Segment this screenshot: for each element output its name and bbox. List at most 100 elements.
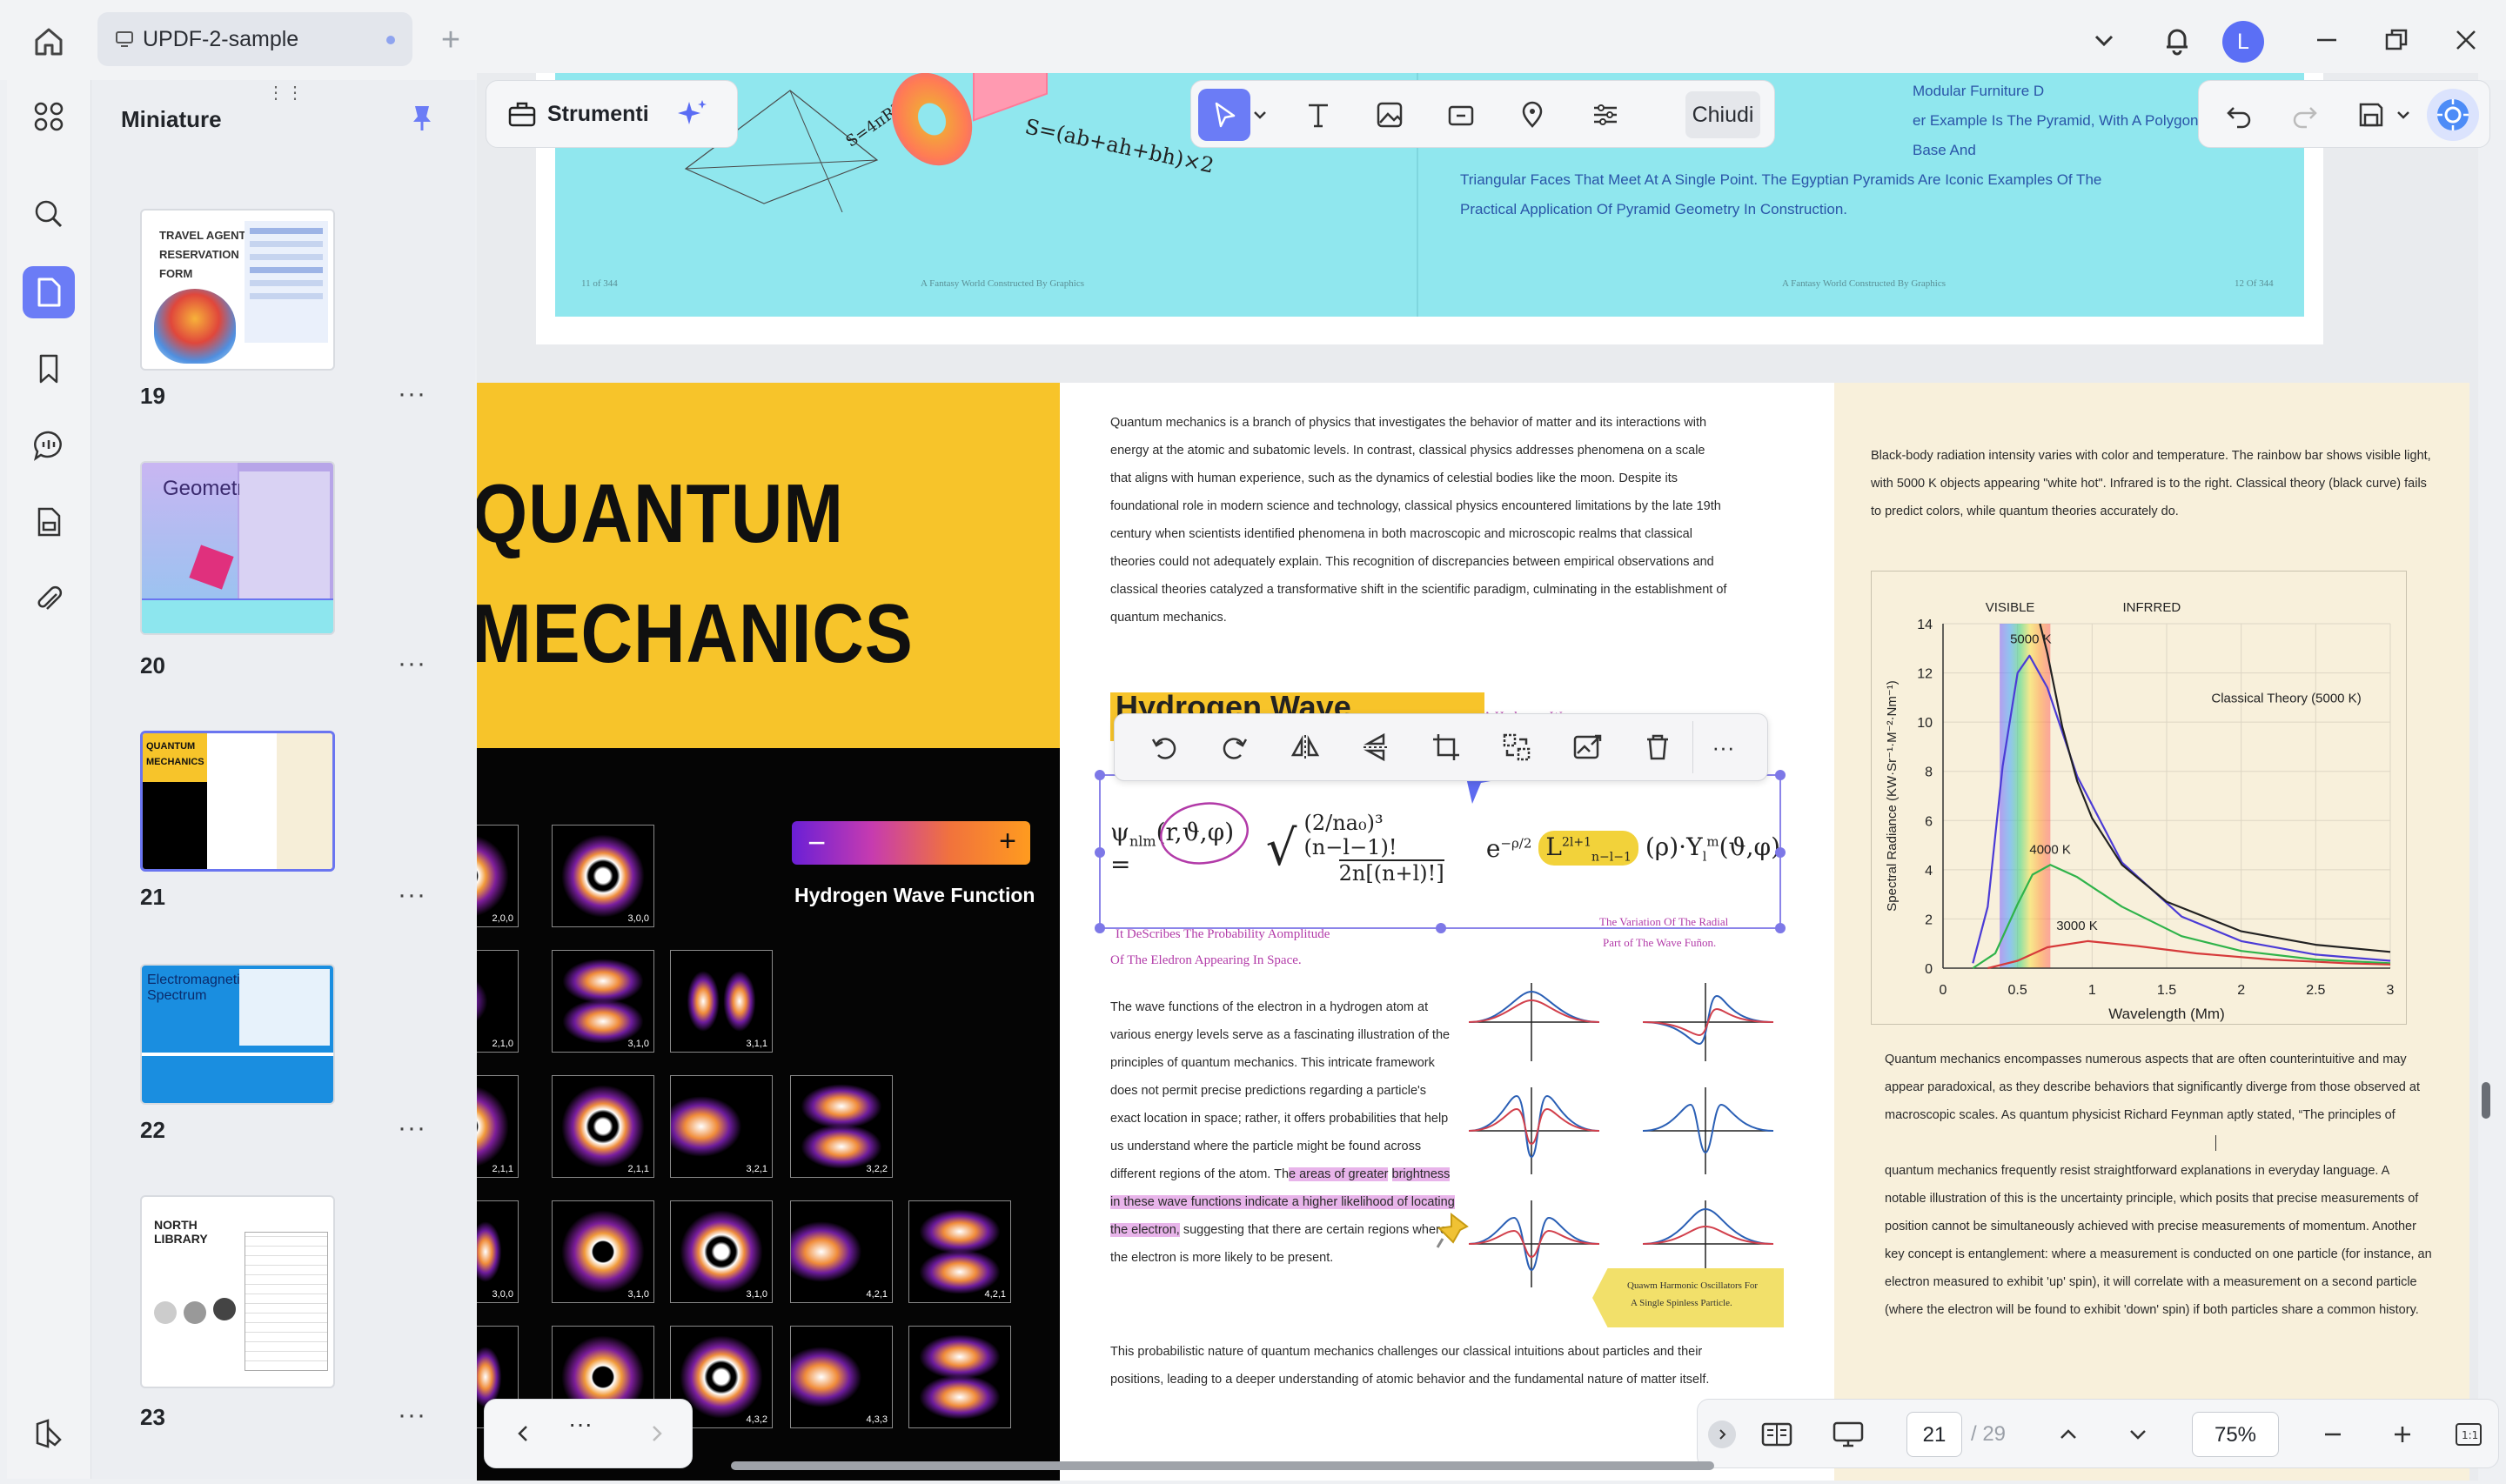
ai-sparkle-icon[interactable] bbox=[675, 97, 710, 131]
rail-attachments-button[interactable] bbox=[23, 572, 75, 625]
resize-handle[interactable] bbox=[1095, 770, 1105, 780]
selected-image-frame[interactable] bbox=[1095, 770, 1786, 933]
close-button[interactable] bbox=[2442, 16, 2490, 64]
curve-label: 4000 K bbox=[2029, 842, 2071, 857]
form-icon bbox=[37, 507, 61, 537]
wave-function-slider[interactable]: − + bbox=[792, 821, 1030, 865]
resize-handle[interactable] bbox=[1775, 923, 1786, 933]
zoom-in-button[interactable] bbox=[2383, 1415, 2422, 1454]
restore-button[interactable] bbox=[2372, 16, 2421, 64]
undo-button[interactable] bbox=[2213, 89, 2265, 141]
image-tool-button[interactable] bbox=[1364, 89, 1416, 141]
chevron-down-icon bbox=[2094, 35, 2114, 47]
ai-assistant-button[interactable] bbox=[2427, 89, 2479, 141]
replace-image-button[interactable] bbox=[1481, 721, 1551, 773]
location-tool-button[interactable] bbox=[1506, 89, 1558, 141]
rail-thumbnails-button[interactable] bbox=[23, 266, 75, 318]
user-avatar[interactable]: L bbox=[2222, 21, 2264, 63]
rail-layers-button[interactable] bbox=[23, 1407, 75, 1460]
thumbnail-page-19[interactable]: TRAVEL AGENT RESERVATION FORM bbox=[140, 209, 335, 371]
rail-organize-button[interactable] bbox=[23, 90, 75, 143]
thumbnail-more-button[interactable]: ··· bbox=[398, 880, 426, 910]
rail-search-button[interactable] bbox=[23, 188, 75, 240]
delete-image-button[interactable] bbox=[1622, 721, 1692, 773]
rotate-left-button[interactable] bbox=[1129, 721, 1199, 773]
thumbnail-more-button[interactable]: ··· bbox=[398, 1400, 426, 1430]
notifications-button[interactable] bbox=[2153, 16, 2201, 64]
resize-handle[interactable] bbox=[1095, 847, 1105, 858]
link-tool-button[interactable] bbox=[1435, 89, 1487, 141]
minimize-button[interactable] bbox=[2302, 16, 2351, 64]
close-edit-button[interactable]: Chiudi bbox=[1685, 91, 1760, 138]
flip-horizontal-button[interactable] bbox=[1270, 721, 1340, 773]
thumbnail-more-button[interactable]: ··· bbox=[398, 649, 426, 678]
flip-vertical-button[interactable] bbox=[1340, 721, 1410, 773]
right-paragraph: Quantum mechanics encompasses numerous a… bbox=[1885, 1046, 2433, 1324]
panel-resize-handle[interactable]: ⋮⋮ bbox=[267, 82, 305, 104]
properties-button[interactable] bbox=[1579, 89, 1632, 141]
document-tab[interactable]: UPDF-2-sample bbox=[97, 12, 412, 66]
thumbnail-more-button[interactable]: ··· bbox=[398, 1113, 426, 1143]
redo-button[interactable] bbox=[2279, 89, 2331, 141]
tabs-dropdown-button[interactable] bbox=[2080, 16, 2128, 64]
slider-plus[interactable]: + bbox=[999, 825, 1016, 859]
orbital-image: 2,1,1 bbox=[477, 1075, 519, 1178]
upper-text-line: Practical Application Of Pyramid Geometr… bbox=[1460, 201, 1848, 217]
horizontal-scrollbar[interactable] bbox=[731, 1461, 1714, 1470]
pushpin-icon[interactable] bbox=[1434, 1209, 1472, 1253]
curve-label: 3000 K bbox=[2056, 919, 2098, 933]
thumbnail-page-23[interactable]: NORTH LIBRARY bbox=[140, 1195, 335, 1388]
unsaved-dot-icon bbox=[386, 36, 395, 44]
text-tool-button[interactable] bbox=[1292, 89, 1344, 141]
extract-image-button[interactable] bbox=[1551, 721, 1622, 773]
home-button[interactable] bbox=[26, 19, 71, 64]
rail-forms-button[interactable] bbox=[23, 496, 75, 548]
save-dropdown[interactable] bbox=[2390, 89, 2416, 141]
crop-button[interactable] bbox=[1410, 721, 1481, 773]
presentation-button[interactable] bbox=[1826, 1415, 1870, 1454]
resize-handle[interactable] bbox=[1095, 923, 1105, 933]
tools-menu[interactable]: Strumenti bbox=[486, 80, 738, 148]
thumbnail-page-21[interactable]: QUANTUM MECHANICS bbox=[140, 731, 335, 872]
rotate-right-button[interactable] bbox=[1199, 721, 1270, 773]
sticky-note[interactable]: Quawm Harmonic Oscillators For A Single … bbox=[1592, 1268, 1784, 1327]
page-number-input[interactable]: 21 bbox=[1906, 1412, 1962, 1457]
select-tool-dropdown[interactable] bbox=[1247, 89, 1273, 141]
save-button[interactable] bbox=[2345, 89, 2397, 141]
resize-handle[interactable] bbox=[1775, 770, 1786, 780]
annotation-note: Of The Eledron Appearing In Space. bbox=[1110, 953, 1302, 967]
vertical-scrollbar[interactable] bbox=[2482, 1082, 2490, 1119]
undo-icon bbox=[2227, 107, 2251, 129]
minimize-icon bbox=[2317, 38, 2336, 42]
orbital-image: 2,1,1 bbox=[552, 1075, 654, 1178]
orbital-label: 3,2,2 bbox=[866, 1164, 888, 1174]
thumbnail-page-22[interactable]: Electromagnetic Spectrum bbox=[140, 964, 335, 1105]
zoom-level[interactable]: 75% bbox=[2192, 1412, 2279, 1457]
document-canvas[interactable]: S=4πR² S=(ab+ah+bh)×2 Cubes Are Often Us… bbox=[477, 73, 2478, 1481]
pin-panel-button[interactable] bbox=[405, 101, 439, 136]
thumbnail-page-20[interactable]: Geometry bbox=[140, 461, 335, 635]
next-page-button[interactable] bbox=[634, 1412, 678, 1455]
page-down-button[interactable] bbox=[2119, 1415, 2157, 1454]
more-options-button[interactable]: ··· bbox=[1692, 721, 1753, 773]
orbital-label: 3,0,0 bbox=[492, 1289, 513, 1300]
select-tool-button[interactable] bbox=[1198, 89, 1250, 141]
previous-page-button[interactable] bbox=[502, 1412, 546, 1455]
thumbnail-more-button[interactable]: ··· bbox=[398, 379, 426, 409]
zoom-out-button[interactable] bbox=[2314, 1415, 2352, 1454]
resize-handle[interactable] bbox=[1775, 847, 1786, 858]
chevron-left-icon bbox=[518, 1426, 527, 1441]
image-edit-toolbar: ··· bbox=[1114, 713, 1768, 781]
new-tab-button[interactable]: + bbox=[432, 21, 470, 59]
chevron-down-icon bbox=[1254, 111, 1266, 119]
collapse-status-button[interactable] bbox=[1708, 1420, 1736, 1448]
page-layout-button[interactable] bbox=[1755, 1415, 1799, 1454]
page-up-button[interactable] bbox=[2049, 1415, 2087, 1454]
nav-more-button[interactable]: ··· bbox=[568, 1410, 593, 1438]
actual-size-button[interactable]: 1:1 bbox=[2451, 1417, 2486, 1452]
slider-minus[interactable]: − bbox=[807, 825, 826, 861]
rail-comments-button[interactable] bbox=[23, 419, 75, 471]
ai-assistant-icon bbox=[2437, 99, 2469, 130]
rail-bookmarks-button[interactable] bbox=[23, 343, 75, 395]
resize-handle[interactable] bbox=[1436, 923, 1446, 933]
